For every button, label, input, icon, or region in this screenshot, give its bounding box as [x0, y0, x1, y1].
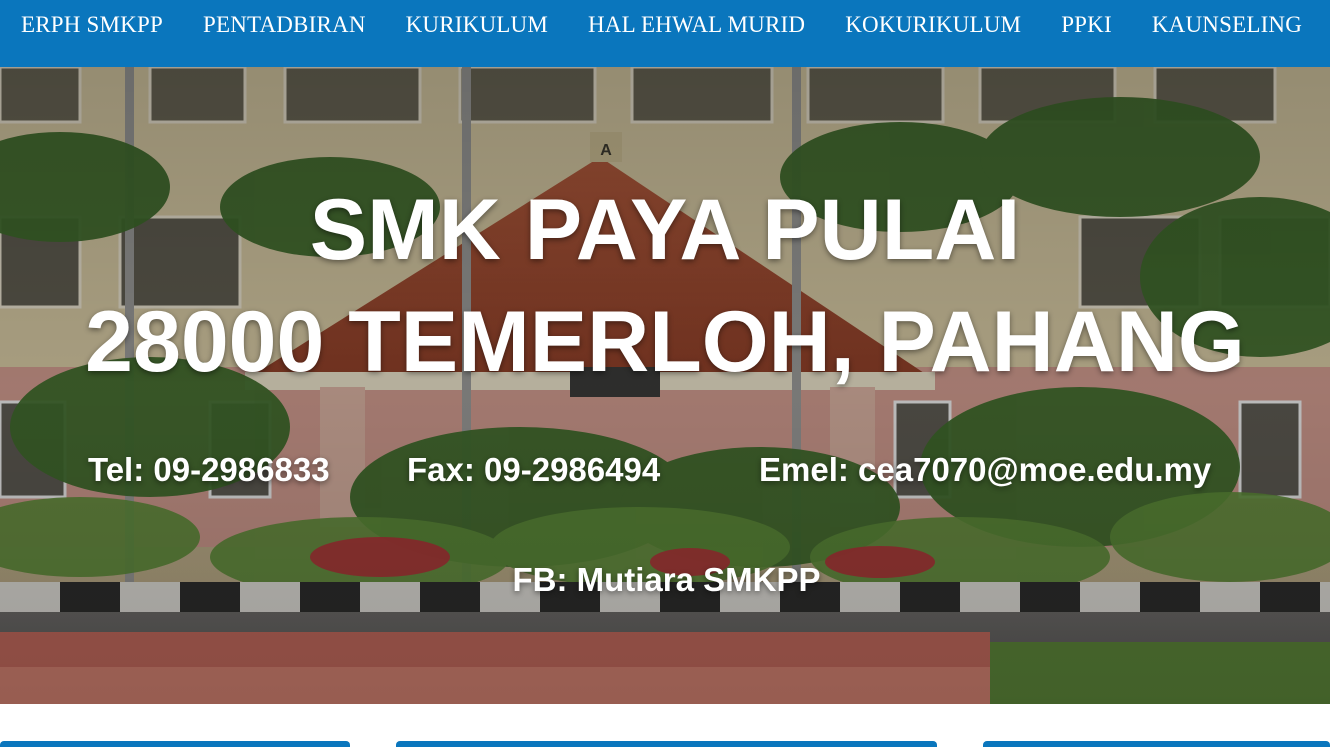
nav-item-ppki[interactable]: PPKI	[1061, 12, 1112, 38]
card-header-middle	[396, 741, 937, 747]
nav-item-pentadbiran[interactable]: PENTADBIRAN	[203, 12, 366, 38]
card-header-left	[0, 741, 350, 747]
content-cards-area	[0, 704, 1330, 747]
telephone-text: Tel: 09-2986833	[88, 451, 330, 488]
facebook-text: FB: Mutiara SMKPP	[512, 561, 821, 598]
nav-menu: ERPH SMKPP PENTADBIRAN KURIKULUM HAL EHW…	[0, 0, 1330, 50]
hero-text: SMK PAYA PULAI 28000 TEMERLOH, PAHANG Te…	[0, 67, 1330, 704]
nav-item-kaunseling[interactable]: KAUNSELING	[1152, 12, 1302, 38]
top-navigation: ERPH SMKPP PENTADBIRAN KURIKULUM HAL EHW…	[0, 0, 1330, 67]
nav-item-kurikulum[interactable]: KURIKULUM	[406, 12, 548, 38]
nav-item-kokurikulum[interactable]: KOKURIKULUM	[845, 12, 1021, 38]
school-address-heading: 28000 TEMERLOH, PAHANG	[85, 294, 1245, 390]
nav-item-erph-smkpp[interactable]: ERPH SMKPP	[21, 12, 163, 38]
email-text: Emel: cea7070@moe.edu.my	[759, 451, 1212, 488]
page: ERPH SMKPP PENTADBIRAN KURIKULUM HAL EHW…	[0, 0, 1330, 747]
card-header-right	[983, 741, 1330, 747]
school-name-heading: SMK PAYA PULAI	[309, 182, 1021, 278]
fax-text: Fax: 09-2986494	[407, 451, 661, 488]
hero-banner: A	[0, 67, 1330, 704]
nav-item-hal-ehwal-murid[interactable]: HAL EHWAL MURID	[588, 12, 805, 38]
